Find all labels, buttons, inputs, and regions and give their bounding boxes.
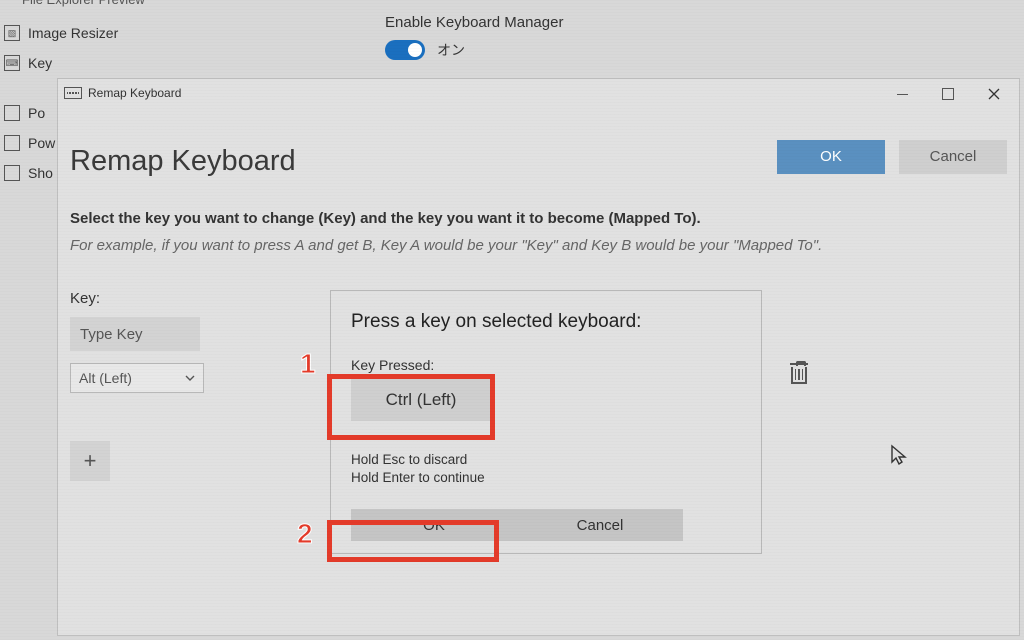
chevron-down-icon xyxy=(185,373,195,383)
ok-button[interactable]: OK xyxy=(777,140,885,174)
bg-sidebar-item-file-explorer: File Explorer Preview xyxy=(0,0,392,16)
key-pressed-label: Key Pressed: xyxy=(351,357,741,373)
keyboard-icon xyxy=(64,87,82,99)
sidebar-item-label: Pow xyxy=(28,135,55,151)
window-close-button[interactable] xyxy=(971,81,1017,107)
hint-continue: Hold Enter to continue xyxy=(351,469,741,487)
cancel-button[interactable]: Cancel xyxy=(899,140,1007,174)
annotation-number-2: 2 xyxy=(297,518,313,550)
remap-keyboard-window: Remap Keyboard Remap Keyboard OK Cancel … xyxy=(57,78,1020,636)
toggle-state-label: オン xyxy=(437,40,465,60)
key-column-label: Key: xyxy=(70,290,270,307)
selected-key-value: Alt (Left) xyxy=(79,370,132,386)
setting-title: Enable Keyboard Manager xyxy=(385,14,563,31)
sidebar-item-label: Key xyxy=(28,55,52,71)
keyboard-icon: ⌨ xyxy=(4,55,20,71)
original-key-select[interactable]: Alt (Left) xyxy=(70,363,204,393)
capture-title: Press a key on selected keyboard: xyxy=(351,311,741,333)
add-mapping-button[interactable]: + xyxy=(70,441,110,481)
image-icon: ▧ xyxy=(4,25,20,41)
delete-icon[interactable] xyxy=(790,363,808,385)
power-icon xyxy=(4,105,20,121)
capture-hint: Hold Esc to discard Hold Enter to contin… xyxy=(351,451,741,487)
sidebar-item-image-resizer[interactable]: ▧ Image Resizer xyxy=(0,18,190,48)
sidebar-item-label: Po xyxy=(28,105,45,121)
power-icon xyxy=(4,135,20,151)
shortcut-icon xyxy=(4,165,20,181)
instruction-text: Select the key you want to change (Key) … xyxy=(70,210,1007,227)
sidebar-item-keyboard[interactable]: ⌨ Key xyxy=(0,48,190,78)
titlebar: Remap Keyboard xyxy=(58,79,1019,107)
capture-cancel-button[interactable]: Cancel xyxy=(517,509,683,541)
key-capture-dialog: Press a key on selected keyboard: Key Pr… xyxy=(330,290,762,554)
annotation-number-1: 1 xyxy=(300,348,316,380)
window-title: Remap Keyboard xyxy=(88,86,181,100)
window-minimize-button[interactable] xyxy=(879,81,925,107)
hint-discard: Hold Esc to discard xyxy=(351,451,741,469)
key-pressed-value: Ctrl (Left) xyxy=(351,379,491,421)
capture-ok-button[interactable]: OK xyxy=(351,509,517,541)
sidebar-item-label: Sho xyxy=(28,165,53,181)
enable-keyboard-manager-toggle[interactable] xyxy=(385,40,425,60)
page-heading: Remap Keyboard xyxy=(70,145,296,178)
type-key-button[interactable]: Type Key xyxy=(70,317,200,351)
example-text: For example, if you want to press A and … xyxy=(70,237,1007,254)
window-maximize-button[interactable] xyxy=(925,81,971,107)
sidebar-item-label: Image Resizer xyxy=(28,25,118,41)
